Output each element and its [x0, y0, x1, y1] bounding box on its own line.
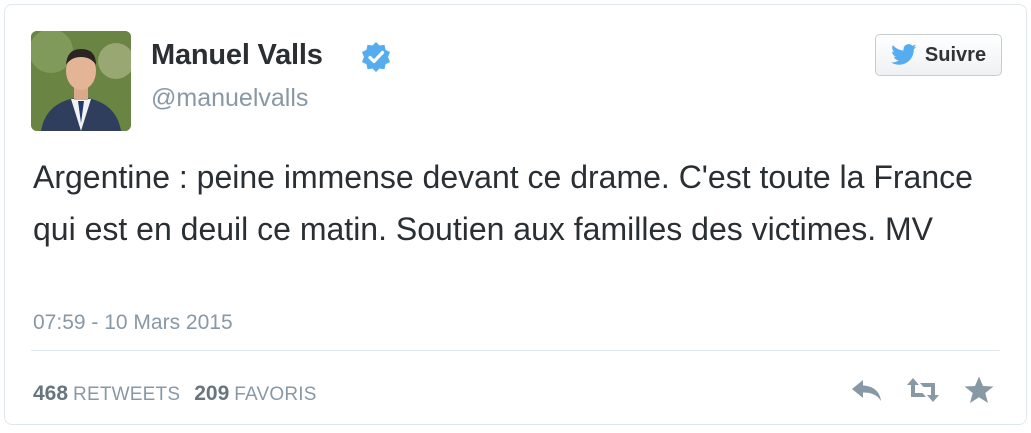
- retweets-label[interactable]: RETWEETS: [73, 384, 180, 406]
- favorites-label[interactable]: FAVORIS: [234, 384, 316, 406]
- reply-icon[interactable]: [850, 375, 884, 405]
- author-handle[interactable]: @manuelvalls: [151, 84, 308, 113]
- tweet-stats: 468 RETWEETS 209 FAVORIS: [33, 382, 331, 406]
- divider: [31, 350, 1000, 351]
- tweet-card: Manuel Valls @manuelvalls Suivre Argenti…: [4, 4, 1027, 425]
- retweet-icon[interactable]: [906, 375, 940, 405]
- twitter-bird-icon: [890, 44, 917, 65]
- verified-badge-icon: [362, 42, 390, 72]
- retweets-count[interactable]: 468: [33, 382, 68, 406]
- favorite-star-icon[interactable]: [962, 375, 996, 405]
- avatar[interactable]: [31, 31, 131, 131]
- author-name[interactable]: Manuel Valls: [151, 39, 323, 72]
- follow-button-label: Suivre: [924, 43, 987, 66]
- favorites-count[interactable]: 209: [194, 382, 229, 406]
- tweet-text: Argentine : peine immense devant ce dram…: [33, 159, 973, 247]
- tweet-timestamp[interactable]: 07:59 - 10 Mars 2015: [33, 311, 233, 335]
- tweet-actions: [850, 375, 996, 405]
- avatar-photo-icon: [31, 31, 131, 131]
- follow-button[interactable]: Suivre: [875, 34, 1002, 76]
